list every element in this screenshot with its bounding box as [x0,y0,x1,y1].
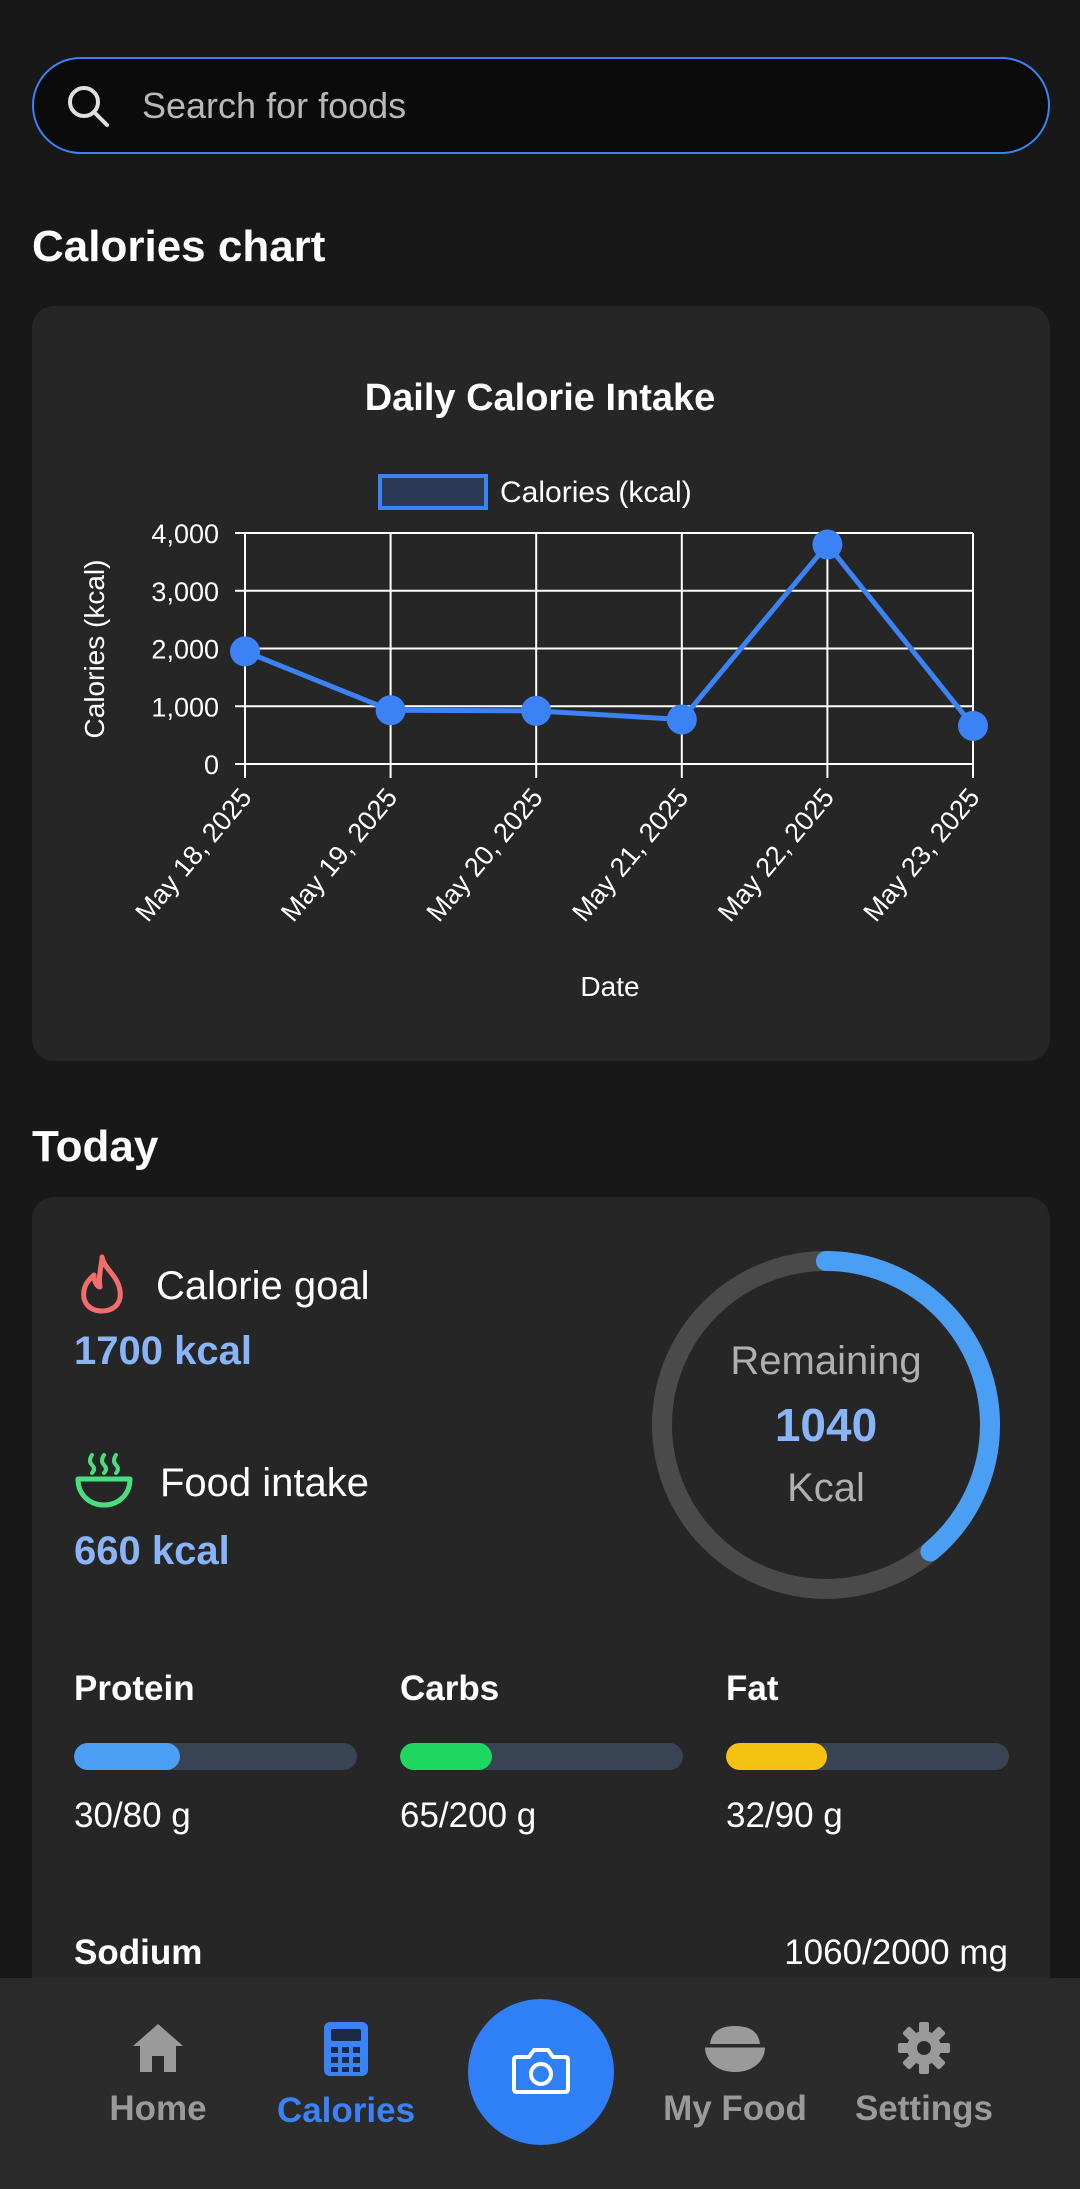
bowl-icon [74,1451,134,1516]
sodium-value: 1060/2000 mg [784,1933,1008,1972]
y-tick-label: 2,000 [151,635,219,665]
chart-points [230,529,988,741]
x-tick-label: May 21, 2025 [566,783,694,928]
macro-name: Fat [726,1669,779,1708]
macro-bar [726,1743,1009,1770]
gear-icon [896,2020,952,2081]
nav-settings[interactable]: Settings [834,2020,1014,2129]
calculator-icon [322,2020,370,2083]
camera-icon [511,2045,571,2100]
calorie-goal-value: 1700 kcal [74,1329,252,1373]
x-tick-label: May 22, 2025 [712,783,840,928]
camera-button[interactable] [468,1999,614,2145]
calorie-goal-label: Calorie goal [156,1264,370,1308]
nav-settings-label: Settings [854,2089,994,2128]
x-tick-label: May 19, 2025 [275,783,403,928]
y-tick-label: 0 [204,750,219,780]
macro-carbs: Carbs 65/200 g [400,1669,683,1836]
today-heading: Today [32,1122,159,1171]
nav-calories-label: Calories [276,2091,416,2130]
x-tick-label: May 18, 2025 [129,783,257,928]
nav-home[interactable]: Home [68,2020,248,2129]
data-point[interactable] [812,529,843,560]
chart-grid [235,532,974,778]
y-tick-label: 1,000 [151,692,219,722]
macro-bar-fill [74,1743,181,1770]
bottom-navigation: Home Calories My Food Settings [0,1978,1080,2189]
remaining-value: 1040 [774,1399,878,1451]
legend-swatch [378,474,488,510]
y-tick-label: 3,000 [151,577,219,607]
data-point[interactable] [375,695,406,726]
x-tick-label: May 23, 2025 [857,783,985,928]
y-tick-label: 4,000 [151,519,219,549]
remaining-summary: Remaining 1040 Kcal [648,1247,1004,1603]
macro-amount: 65/200 g [400,1796,537,1835]
macro-name: Protein [74,1669,195,1708]
macro-protein: Protein 30/80 g [74,1669,357,1836]
sodium-label: Sodium [74,1933,203,1972]
food-intake-value: 660 kcal [74,1529,230,1573]
macro-name: Carbs [400,1669,500,1708]
remaining-label: Remaining [730,1339,922,1383]
macro-amount: 32/90 g [726,1796,843,1835]
search-icon [62,80,114,132]
calorie-goal-row: Calorie goal [74,1253,369,1320]
calories-series-line [244,540,975,728]
remaining-unit: Kcal [787,1466,865,1510]
nav-my-food-label: My Food [663,2089,807,2128]
x-tick-label: May 20, 2025 [421,783,549,928]
nav-my-food[interactable]: My Food [645,2020,825,2129]
home-icon [129,2020,187,2081]
calorie-line-chart: Daily Calorie Intake Calories (kcal) Cal… [79,377,988,1002]
search-input[interactable] [142,75,1048,136]
search-bar[interactable] [32,57,1050,154]
macro-bar-fill [726,1743,827,1770]
legend-label[interactable]: Calories (kcal) [500,476,692,509]
y-axis-ticks: 0 1,000 2,000 3,000 4,000 [151,519,219,780]
macro-bar [74,1743,357,1770]
data-point[interactable] [666,704,697,735]
macro-bar-fill [400,1743,492,1770]
nav-home-label: Home [109,2089,207,2128]
data-point[interactable] [230,636,260,667]
y-axis-label: Calories (kcal) [79,560,110,739]
nav-calories[interactable]: Calories [256,2020,436,2131]
x-axis-label: Date [580,971,639,1002]
food-intake-label: Food intake [160,1461,370,1505]
macro-amount: 30/80 g [74,1796,191,1835]
x-axis-ticks: May 18, 2025 May 19, 2025 May 20, 2025 May … [129,783,985,928]
flame-icon [74,1253,130,1320]
data-point[interactable] [958,710,988,741]
chart-title: Daily Calorie Intake [365,377,716,419]
food-intake-row: Food intake [74,1451,369,1516]
macro-bar [400,1743,683,1770]
calories-chart-heading: Calories chart [32,222,326,271]
rice-bowl-icon [702,2020,768,2081]
data-point[interactable] [521,695,552,726]
macro-fat: Fat 32/90 g [726,1669,1009,1836]
calories-chart-card: Daily Calorie Intake Calories (kcal) Cal… [32,306,1050,1061]
